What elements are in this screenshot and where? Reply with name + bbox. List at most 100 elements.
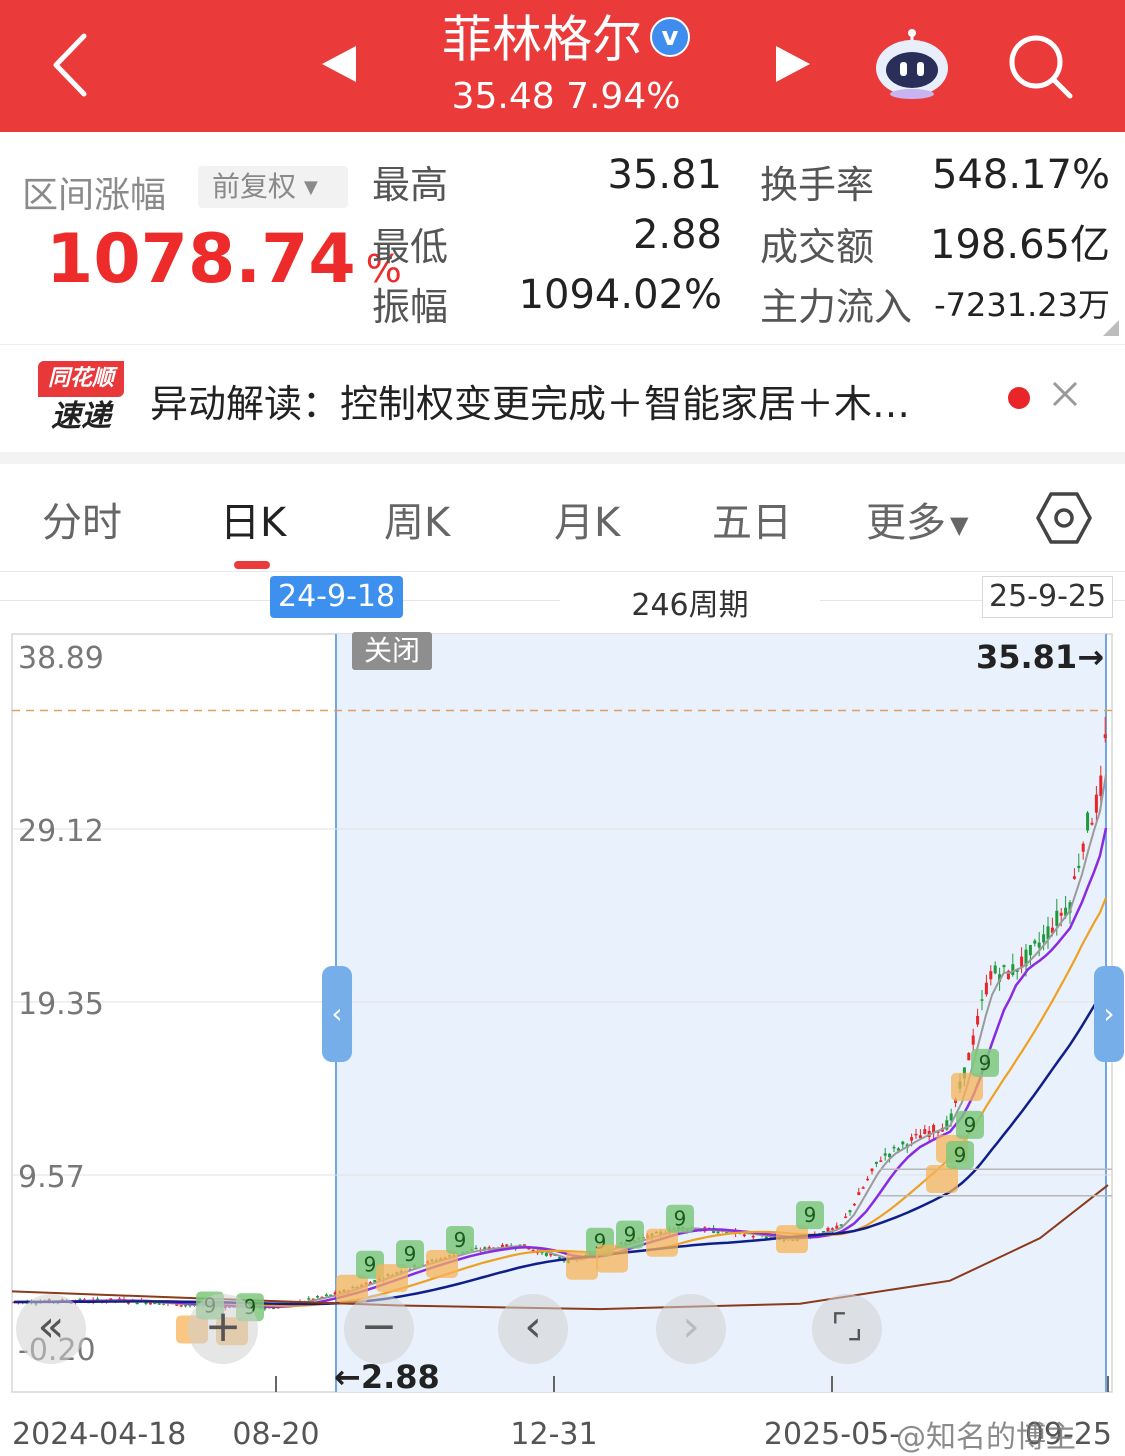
signal-tag-label: 9	[364, 1253, 377, 1277]
candle-body	[1103, 734, 1107, 738]
signal-tag-label: 9	[404, 1242, 417, 1266]
tab-weekly-k[interactable]: 周K	[384, 490, 450, 548]
candle-body	[901, 1141, 905, 1145]
candle-body	[1099, 775, 1103, 797]
range-change-value: 1078.74%	[46, 220, 402, 299]
candle-body	[1090, 822, 1094, 825]
next-stock-icon[interactable]	[772, 42, 814, 86]
adjust-type-dropdown[interactable]: 前复权 ▼	[198, 166, 348, 208]
search-icon[interactable]	[1004, 30, 1076, 102]
banner-text[interactable]: 异动解读：控制权变更完成＋智能家居＋木…	[150, 373, 980, 428]
left-range-handle[interactable]: ‹	[322, 966, 352, 1062]
range-change-number: 1078.74	[46, 220, 356, 299]
y-tick-label: 19.35	[18, 987, 104, 1022]
zoom-in-button[interactable]: +	[188, 1294, 258, 1364]
candle-body	[989, 971, 993, 980]
candle-body	[135, 1302, 139, 1305]
y-tick-label: 29.12	[18, 814, 104, 849]
candle-body	[544, 1252, 548, 1256]
tab-five-day[interactable]: 五日	[712, 490, 792, 548]
candle-body	[1037, 942, 1041, 948]
kline-chart[interactable]: 38.8929.1219.359.57-0.2035.81→←2.8899999…	[0, 630, 1125, 1456]
candle-body	[839, 1224, 843, 1226]
amount-value: 198.65亿	[930, 222, 1110, 268]
candle-body	[866, 1178, 870, 1181]
x-tick-label: 2024-04-18	[12, 1417, 186, 1452]
amplitude-label: 振幅	[372, 285, 449, 329]
candle-body	[971, 1035, 975, 1045]
candle-body	[844, 1216, 848, 1219]
candle-body	[324, 1294, 328, 1297]
range-start-date[interactable]: 24-9-18	[270, 576, 404, 618]
candle-body	[857, 1192, 861, 1196]
tab-monthly-k[interactable]: 月K	[554, 490, 620, 548]
signal-tag-label: 9	[674, 1207, 687, 1231]
logo-top-text: 同花顺	[38, 361, 124, 397]
signal-tag	[776, 1225, 808, 1254]
scroll-right-button[interactable]: ›	[656, 1294, 726, 1364]
tab-intraday[interactable]: 分时	[42, 490, 122, 548]
stock-quote: 35.48 7.94%	[451, 76, 681, 117]
y-tick-label: 38.89	[18, 641, 104, 676]
candle-body	[984, 982, 988, 995]
period-bar: 24-9-18 246周期 25-9-25	[0, 572, 1125, 630]
period-tabs: 分时 日K 周K 月K 五日 更多 ▼	[0, 464, 1125, 572]
candle-body	[861, 1187, 865, 1189]
stock-kline-screen: 菲林格尔 v 35.48 7.94% 区间涨幅 前复权 ▼ 1078.74% 最高	[0, 0, 1125, 1456]
expand-corner-icon[interactable]	[1103, 320, 1119, 336]
candle-body	[976, 1015, 980, 1025]
candle-body	[1002, 965, 1006, 968]
robot-assistant-icon[interactable]	[872, 28, 952, 100]
logo-bottom-text: 速递	[51, 399, 111, 434]
signal-tag	[951, 1072, 983, 1101]
close-selection-button[interactable]: 关闭	[352, 632, 433, 670]
candle-body	[914, 1133, 918, 1136]
high-label: 最高	[372, 163, 449, 207]
candle-body	[716, 1231, 720, 1234]
candle-body	[870, 1168, 874, 1172]
news-banner[interactable]: 同花顺 速递 异动解读：控制权变更完成＋智能家居＋木…	[0, 344, 1125, 452]
x-tick-label: 08-20	[232, 1417, 319, 1452]
adjust-type-label: 前复权	[212, 170, 297, 203]
y-tick-label: 9.57	[18, 1160, 85, 1195]
low-price-marker: ←2.88	[334, 1358, 440, 1396]
x-tick-label: 2025-05-	[764, 1417, 900, 1452]
signal-tag-label: 9	[954, 1143, 967, 1167]
range-end-date[interactable]: 25-9-25	[982, 576, 1114, 618]
rewind-button[interactable]: «	[16, 1294, 86, 1364]
watermark: @知名的博主	[896, 1420, 1076, 1455]
candle-body	[1086, 812, 1090, 831]
back-icon[interactable]	[40, 30, 100, 100]
prev-stock-icon[interactable]	[318, 42, 360, 86]
candle-body	[751, 1235, 755, 1238]
signal-tag	[376, 1264, 408, 1293]
turnover-label: 换手率	[760, 163, 875, 207]
right-range-handle[interactable]: ›	[1094, 966, 1124, 1062]
candle-body	[967, 1052, 971, 1061]
verified-icon: v	[650, 16, 690, 57]
fullscreen-button[interactable]: ⌜⌟	[812, 1294, 882, 1364]
candle-body	[1081, 843, 1085, 852]
candle-body	[993, 965, 997, 974]
candle-body	[307, 1298, 311, 1300]
signal-tag-label: 9	[624, 1223, 637, 1247]
candle-body	[1033, 940, 1037, 944]
candle-body	[1059, 912, 1063, 916]
stock-title: 菲林格尔 v	[360, 6, 772, 70]
candle-body	[879, 1160, 883, 1162]
tab-more[interactable]: 更多 ▼	[866, 490, 968, 548]
stock-name: 菲林格尔	[442, 10, 642, 69]
signal-tag	[926, 1164, 958, 1193]
section-divider	[0, 452, 1125, 464]
mainflow-value: -7231.23万	[934, 286, 1110, 324]
high-price-marker: 35.81→	[976, 638, 1104, 676]
tab-daily-k[interactable]: 日K	[220, 490, 286, 548]
candle-body	[742, 1234, 746, 1237]
close-icon[interactable]	[1050, 379, 1080, 409]
price-stats-panel: 区间涨幅 前复权 ▼ 1078.74% 最高 35.81 最低 2.88 振幅 1…	[0, 132, 1125, 344]
signal-tag-label: 9	[964, 1113, 977, 1137]
zoom-out-button[interactable]: −	[344, 1294, 414, 1364]
scroll-left-button[interactable]: ‹	[498, 1294, 568, 1364]
settings-icon[interactable]	[1034, 488, 1094, 548]
low-label: 最低	[372, 225, 449, 269]
